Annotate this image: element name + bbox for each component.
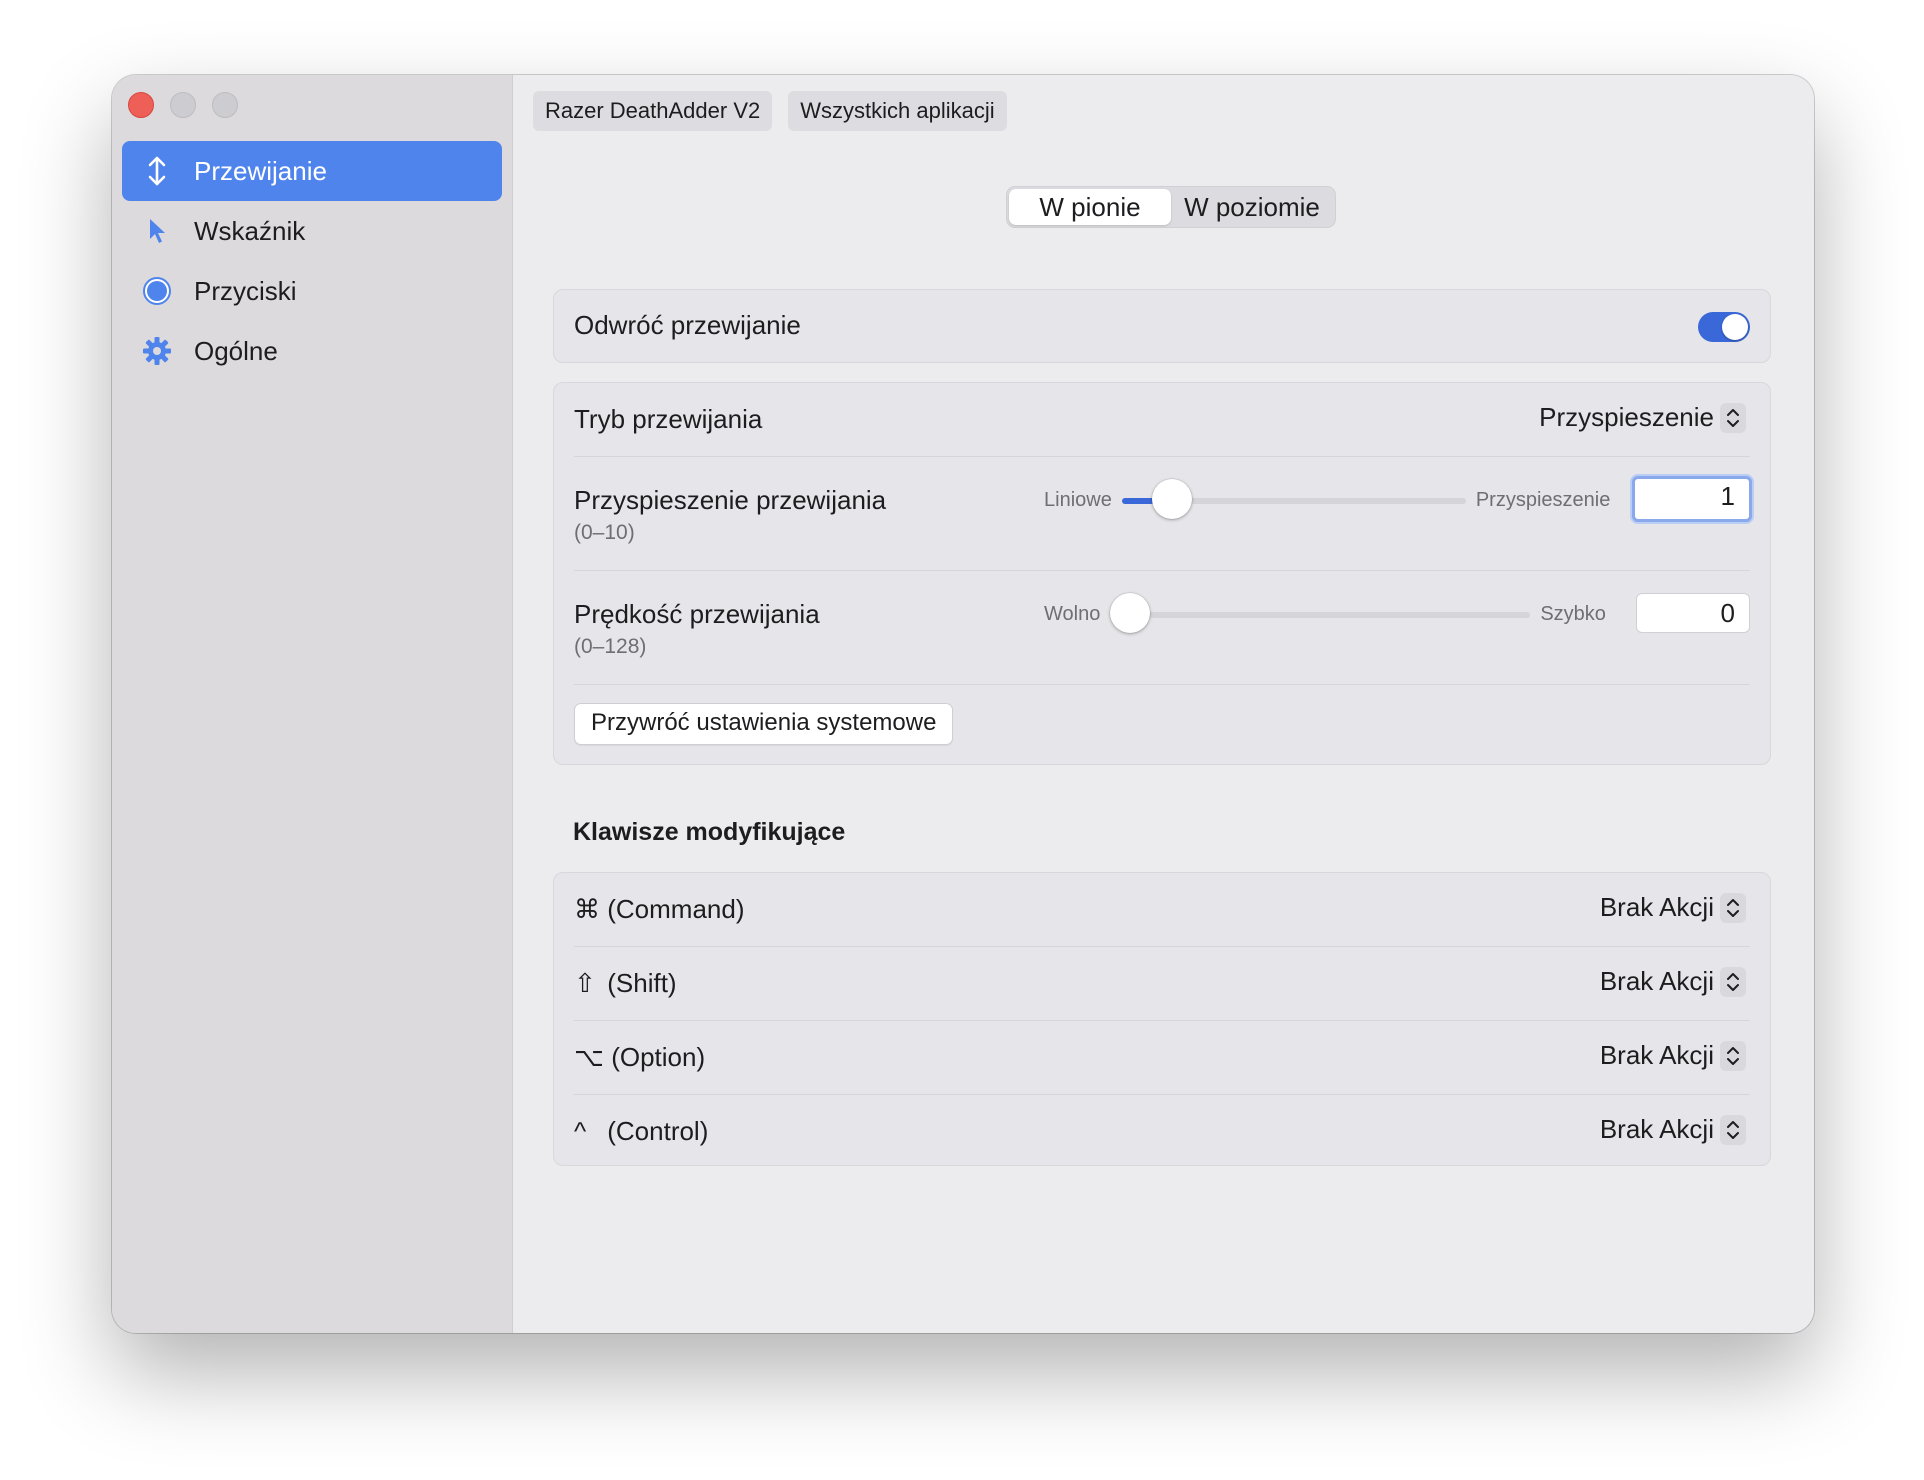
modifier-action-value: Brak Akcji	[1599, 1114, 1714, 1144]
modifier-action-value: Brak Akcji	[1599, 892, 1714, 922]
scroll-acceleration-label: Przyspieszenie przewijania	[574, 485, 887, 515]
minimize-window-button[interactable]	[170, 92, 196, 118]
scroll-speed-slider-group: Wolno Szybko	[1044, 592, 1606, 633]
slider-max-label: Przyspieszenie	[1475, 489, 1611, 511]
modifier-control-label: ^ (Control)	[574, 1116, 709, 1146]
slider-knob[interactable]	[1110, 592, 1151, 633]
direction-segmented-control: W pionie W poziomie	[1006, 186, 1336, 228]
shift-key-icon: ⇧	[574, 968, 596, 998]
modifier-command-label: ⌘ (Command)	[574, 894, 745, 924]
chevron-up-down-icon	[1720, 1040, 1746, 1071]
modifier-keys-title: Klawisze modyfikujące	[573, 818, 846, 846]
modifier-option-label: ⌥ (Option)	[574, 1042, 706, 1072]
circle-button-icon	[140, 274, 174, 308]
sidebar-item-label: Ogólne	[194, 335, 278, 366]
chevron-up-down-icon	[1720, 892, 1746, 923]
modifier-row-control: ^ (Control) Brak Akcji	[574, 1095, 1750, 1168]
reset-row: Przywróć ustawienia systemowe	[574, 685, 1750, 765]
arrow-up-down-icon	[140, 154, 174, 188]
chevron-up-down-icon	[1720, 1114, 1746, 1145]
modifier-action-value: Brak Akcji	[1599, 1040, 1714, 1070]
scroll-speed-slider[interactable]	[1110, 592, 1531, 633]
scroll-acceleration-range: (0–10)	[574, 521, 635, 544]
app-scope-selector[interactable]: Wszystkich aplikacji	[788, 91, 1007, 131]
app-window: Przewijanie Wskaźnik Przyciski Ogólne Ra…	[112, 75, 1814, 1333]
scroll-speed-range: (0–128)	[574, 635, 647, 658]
modifier-command-popup[interactable]: Brak Akcji	[1600, 892, 1746, 923]
reset-system-settings-button[interactable]: Przywróć ustawienia systemowe	[574, 703, 954, 745]
scroll-mode-row: Tryb przewijania Przyspieszenie	[574, 383, 1750, 457]
modifier-option-popup[interactable]: Brak Akcji	[1600, 1040, 1746, 1071]
scroll-mode-label: Tryb przewijania	[574, 404, 763, 434]
pointer-arrow-icon	[140, 214, 174, 248]
chevron-up-down-icon	[1720, 402, 1746, 433]
sidebar-item-ogolne[interactable]: Ogólne	[122, 321, 502, 381]
modifier-action-value: Brak Akcji	[1599, 966, 1714, 996]
command-key-icon: ⌘	[574, 894, 600, 924]
scroll-speed-label: Prędkość przewijania	[574, 599, 820, 629]
chevron-up-down-icon	[1720, 966, 1746, 997]
close-window-button[interactable]	[128, 92, 154, 118]
sidebar-item-przewijanie[interactable]: Przewijanie	[122, 141, 502, 201]
scroll-mode-value: Przyspieszenie	[1539, 402, 1714, 432]
device-selector[interactable]: Razer DeathAdder V2	[533, 91, 773, 131]
sidebar-item-wskaznik[interactable]: Wskaźnik	[122, 201, 502, 261]
sidebar-nav: Przewijanie Wskaźnik Przyciski Ogólne	[122, 141, 502, 381]
scroll-speed-input[interactable]: 0	[1636, 593, 1750, 633]
reverse-scroll-label: Odwróć przewijanie	[574, 310, 801, 340]
reverse-scroll-card: Odwróć przewijanie	[553, 289, 1771, 363]
modifier-keys-card: ⌘ (Command) Brak Akcji ⇧ (Shift) Brak Ak…	[553, 872, 1771, 1166]
modifier-row-option: ⌥ (Option) Brak Akcji	[574, 1021, 1750, 1095]
sidebar-item-label: Wskaźnik	[194, 215, 306, 246]
option-key-icon: ⌥	[574, 1042, 604, 1072]
reverse-scroll-toggle[interactable]	[1698, 312, 1750, 342]
slider-max-label: Szybko	[1540, 603, 1606, 625]
reverse-scroll-row: Odwróć przewijanie	[574, 290, 1750, 362]
slider-min-label: Wolno	[1044, 603, 1101, 625]
scroll-acceleration-slider[interactable]	[1121, 478, 1466, 519]
window-controls	[128, 92, 238, 118]
zoom-window-button[interactable]	[212, 92, 238, 118]
sidebar-item-przyciski[interactable]: Przyciski	[122, 261, 502, 321]
scroll-acceleration-row: Przyspieszenie przewijania (0–10) Liniow…	[574, 457, 1752, 571]
main-pane: Razer DeathAdder V2 Wszystkich aplikacji…	[513, 75, 1814, 1333]
modifier-shift-label: ⇧ (Shift)	[574, 968, 677, 998]
scroll-mode-popup[interactable]: Przyspieszenie	[1539, 402, 1746, 433]
tab-vertical[interactable]: W pionie	[1009, 189, 1171, 225]
scroll-settings-card: Tryb przewijania Przyspieszenie Przyspie…	[553, 382, 1771, 765]
modifier-row-command: ⌘ (Command) Brak Akcji	[574, 873, 1750, 947]
slider-knob[interactable]	[1152, 478, 1193, 519]
sidebar-item-label: Przewijanie	[194, 155, 327, 186]
sidebar-item-label: Przyciski	[194, 275, 297, 306]
sidebar: Przewijanie Wskaźnik Przyciski Ogólne	[112, 75, 513, 1333]
scroll-speed-row: Prędkość przewijania (0–128) Wolno Szybk…	[574, 571, 1750, 685]
modifier-control-popup[interactable]: Brak Akcji	[1600, 1114, 1746, 1145]
scroll-acceleration-slider-group: Liniowe Przyspieszenie	[1044, 478, 1611, 519]
control-key-icon: ^	[574, 1116, 587, 1146]
modifier-shift-popup[interactable]: Brak Akcji	[1600, 966, 1746, 997]
slider-min-label: Liniowe	[1044, 489, 1112, 511]
tab-horizontal[interactable]: W poziomie	[1171, 189, 1333, 225]
gear-icon	[140, 334, 174, 368]
toolbar: Razer DeathAdder V2 Wszystkich aplikacji	[533, 91, 1007, 131]
modifier-row-shift: ⇧ (Shift) Brak Akcji	[574, 947, 1750, 1021]
scroll-acceleration-input[interactable]: 1	[1632, 476, 1752, 522]
